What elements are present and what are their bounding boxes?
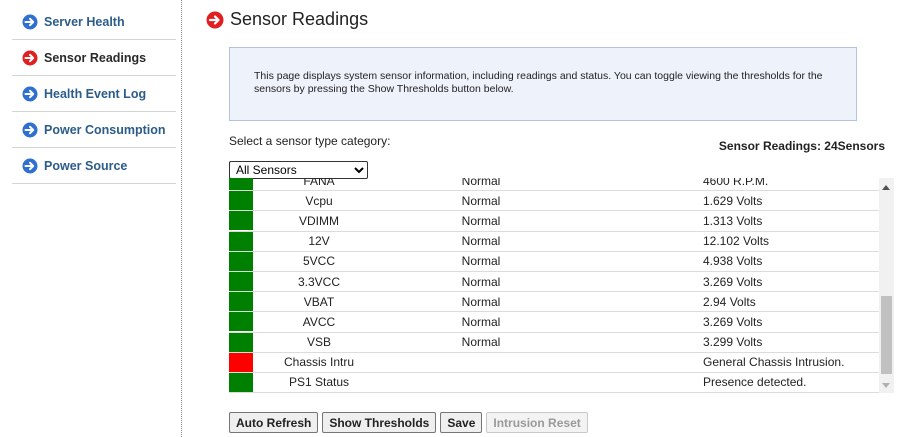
sensor-count: Sensor Readings: 24Sensors bbox=[719, 139, 885, 153]
sensor-name: AVCC bbox=[302, 314, 336, 329]
status-indicator bbox=[229, 272, 253, 292]
sidebar: Server Health Sensor Readings Health Event… bbox=[0, 0, 182, 437]
table-row: 3.3VCC Normal 3.269 Volts bbox=[229, 272, 879, 293]
sensor-status: Normal bbox=[461, 274, 501, 289]
arrow-right-circle-icon bbox=[22, 122, 38, 137]
status-indicator bbox=[229, 352, 253, 372]
arrow-right-circle-icon bbox=[22, 50, 38, 65]
sensor-category-select[interactable]: All Sensors bbox=[229, 161, 368, 179]
save-button[interactable]: Save bbox=[440, 412, 483, 433]
sidebar-item-label: Health Event Log bbox=[44, 86, 147, 101]
sensor-name: VBAT bbox=[303, 294, 335, 309]
sensor-status: Normal bbox=[461, 335, 501, 350]
auto-refresh-button[interactable]: Auto Refresh bbox=[229, 412, 319, 433]
sensor-reading: 2.94 Volts bbox=[703, 294, 756, 309]
status-indicator bbox=[229, 332, 253, 352]
main-content: Sensor Readings This page displays syste… bbox=[183, 0, 906, 437]
sensor-reading: 3.269 Volts bbox=[703, 314, 763, 329]
table-row: 5VCC Normal 4.938 Volts bbox=[229, 251, 879, 272]
category-select-label: Select a sensor type category: bbox=[229, 134, 391, 148]
info-box: This page displays system sensor informa… bbox=[229, 47, 857, 121]
sensor-status: Normal bbox=[461, 178, 501, 188]
sensor-reading: 4600 R.P.M. bbox=[703, 178, 769, 188]
sensor-name: PS1 Status bbox=[288, 375, 350, 390]
page-title-row: Sensor Readings bbox=[206, 9, 368, 30]
sidebar-item-3[interactable]: Power Consumption bbox=[12, 112, 176, 148]
sidebar-item-4[interactable]: Power Source bbox=[12, 148, 176, 184]
scroll-down-arrow-icon[interactable] bbox=[882, 383, 890, 388]
sensor-name: 12V bbox=[308, 234, 330, 249]
sensor-count-suffix: Sensors bbox=[837, 139, 885, 153]
sensor-name: Vcpu bbox=[305, 193, 333, 208]
arrow-right-circle-icon bbox=[22, 86, 38, 101]
action-buttons: Auto Refresh Show Thresholds Save Intrus… bbox=[229, 412, 588, 433]
sensor-reading: 4.938 Volts bbox=[703, 254, 763, 269]
table-scrollbar[interactable] bbox=[879, 178, 894, 393]
table-row: Chassis Intru General Chassis Intrusion. bbox=[229, 352, 879, 373]
sidebar-item-0[interactable]: Server Health bbox=[12, 4, 176, 40]
sidebar-nav: Server Health Sensor Readings Health Event… bbox=[12, 4, 176, 184]
sensor-status: Normal bbox=[461, 213, 501, 228]
scroll-thumb[interactable] bbox=[881, 296, 892, 374]
table-row: FANA Normal 4600 R.P.M. bbox=[229, 178, 879, 192]
sensor-reading: 1.629 Volts bbox=[703, 193, 763, 208]
sensor-table-viewport: FANA Normal 4600 R.P.M. Vcpu Normal 1.629 Vol… bbox=[229, 178, 879, 393]
sensor-table: FANA Normal 4600 R.P.M. Vcpu Normal 1.629 Vol… bbox=[229, 178, 879, 393]
status-indicator bbox=[229, 231, 253, 251]
sensor-status: Normal bbox=[461, 193, 501, 208]
sensor-name: 5VCC bbox=[302, 254, 335, 269]
sensor-reading: 3.269 Volts bbox=[703, 274, 763, 289]
table-row: VSB Normal 3.299 Volts bbox=[229, 332, 879, 353]
table-row: VBAT Normal 2.94 Volts bbox=[229, 292, 879, 313]
page-title: Sensor Readings bbox=[230, 9, 369, 29]
sidebar-item-1[interactable]: Sensor Readings bbox=[12, 40, 176, 76]
status-indicator bbox=[229, 191, 253, 211]
status-indicator bbox=[229, 178, 253, 191]
arrow-right-circle-icon bbox=[22, 14, 38, 29]
sensor-reading: 1.313 Volts bbox=[703, 213, 763, 228]
scroll-up-arrow-icon[interactable] bbox=[882, 185, 890, 190]
status-indicator bbox=[229, 312, 253, 332]
sensor-status: Normal bbox=[461, 254, 501, 269]
sensor-reading: 3.299 Volts bbox=[703, 335, 763, 350]
sensor-count-value: 24 bbox=[824, 139, 838, 153]
sidebar-item-label: Power Source bbox=[44, 158, 128, 173]
table-row: VDIMM Normal 1.313 Volts bbox=[229, 211, 879, 232]
sensor-name: Chassis Intru bbox=[283, 355, 355, 370]
sensor-status: Normal bbox=[461, 314, 501, 329]
intrusion-reset-button[interactable]: Intrusion Reset bbox=[486, 412, 588, 433]
sensor-name: FANA bbox=[303, 178, 335, 188]
sensor-name: VSB bbox=[306, 335, 331, 350]
table-row: Vcpu Normal 1.629 Volts bbox=[229, 191, 879, 212]
sensor-reading: 12.102 Volts bbox=[703, 234, 770, 249]
show-thresholds-button[interactable]: Show Thresholds bbox=[322, 412, 437, 433]
sensor-reading: General Chassis Intrusion. bbox=[703, 355, 845, 370]
sensor-reading: Presence detected. bbox=[703, 375, 807, 390]
sidebar-item-2[interactable]: Health Event Log bbox=[12, 76, 176, 112]
arrow-right-circle-icon bbox=[22, 158, 38, 173]
arrow-right-circle-icon bbox=[206, 11, 224, 28]
sidebar-item-label: Server Health bbox=[44, 14, 125, 29]
sensor-name: VDIMM bbox=[299, 213, 339, 228]
table-row: 12V Normal 12.102 Volts bbox=[229, 231, 879, 252]
sensor-count-prefix: Sensor Readings: bbox=[718, 139, 825, 153]
status-indicator bbox=[229, 292, 253, 312]
sensor-name: 3.3VCC bbox=[297, 274, 341, 289]
sensor-status: Normal bbox=[461, 294, 501, 309]
table-row: AVCC Normal 3.269 Volts bbox=[229, 312, 879, 333]
table-row: PS1 Status Presence detected. bbox=[229, 372, 879, 393]
sidebar-item-label: Power Consumption bbox=[44, 122, 166, 137]
sidebar-item-label: Sensor Readings bbox=[44, 50, 147, 65]
sensor-status: Normal bbox=[461, 234, 501, 249]
status-indicator bbox=[229, 251, 253, 271]
status-indicator bbox=[229, 372, 253, 392]
status-indicator bbox=[229, 211, 253, 231]
